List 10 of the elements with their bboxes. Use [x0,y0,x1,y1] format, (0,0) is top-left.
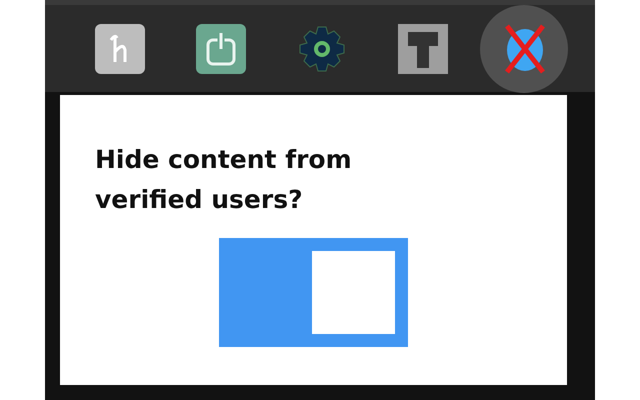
power-icon [196,24,246,74]
toggle-switch[interactable] [219,238,408,347]
gear-icon [297,24,347,74]
extension-button[interactable] [398,24,448,74]
extension-button[interactable] [196,24,246,74]
extension-button[interactable] [95,24,145,74]
extension-button[interactable] [297,24,347,74]
letter-tile-icon [398,24,448,74]
letter-tile-icon [95,24,145,74]
question-text: Hide content from verified users? [95,144,353,216]
